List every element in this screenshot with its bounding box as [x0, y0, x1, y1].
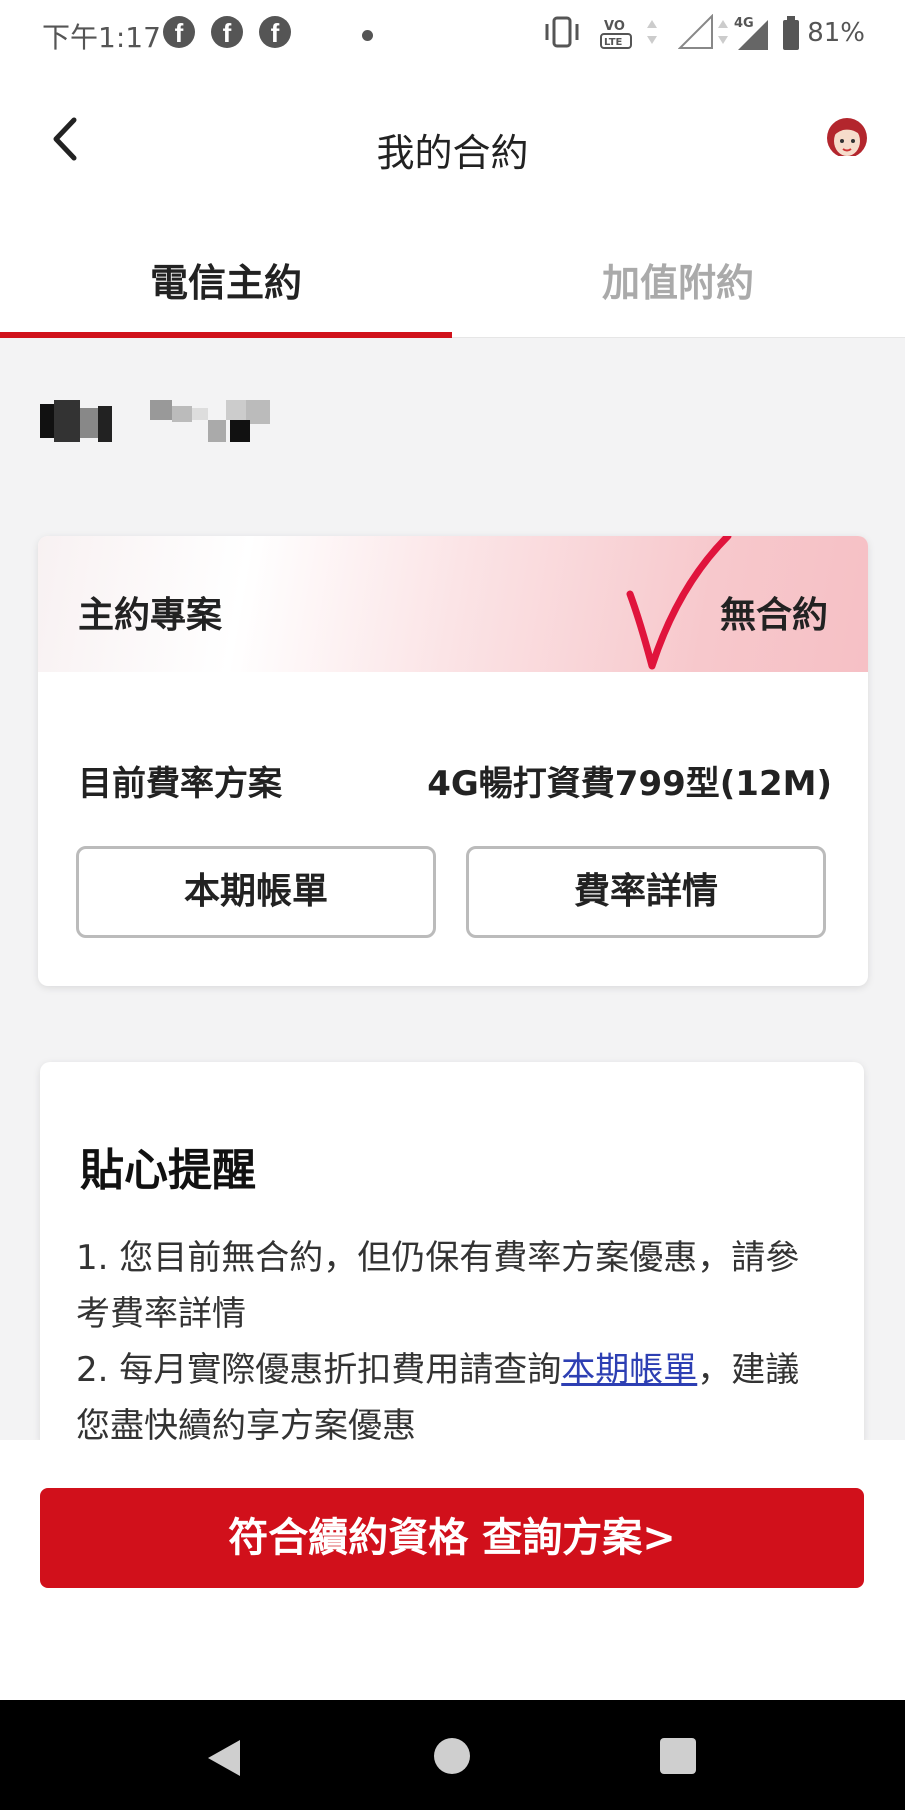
data-arrows-icon [718, 20, 728, 44]
facebook-icon: f [163, 16, 195, 48]
notification-dot-icon [362, 30, 373, 41]
rate-details-button[interactable]: 費率詳情 [466, 846, 826, 938]
volte-icon: VO LTE [600, 19, 632, 49]
signal-4g-icon: 4G [734, 16, 768, 50]
signal-icon [678, 14, 713, 49]
tab-addon-contract[interactable]: 加值附約 [452, 252, 904, 307]
reminder-line-2: 2. 每月實際優惠折扣費用請查詢本期帳單，建議您盡快續約享方案優惠 [76, 1342, 816, 1442]
battery-percent: 81% [807, 18, 865, 48]
nav-back-icon[interactable] [204, 1738, 244, 1778]
bottom-action-area: 符合續約資格 查詢方案> [0, 1440, 905, 1700]
masked-phone-number [40, 400, 300, 442]
active-tab-indicator [0, 332, 452, 338]
current-bill-button[interactable]: 本期帳單 [76, 846, 436, 938]
page-title: 我的合約 [376, 131, 529, 175]
reminder-line-2-prefix: 2. 每月實際優惠折扣費用請查詢 [76, 1350, 562, 1390]
reminder-card: 貼心提醒 1. 您目前無合約，但仍保有費率方案優惠，請參考費率詳情 2. 每月實… [40, 1062, 864, 1442]
current-bill-link[interactable]: 本期帳單 [561, 1350, 697, 1390]
reminder-line-1: 1. 您目前無合約，但仍保有費率方案優惠，請參考費率詳情 [76, 1238, 800, 1334]
battery-icon [783, 16, 799, 50]
svg-text:LTE: LTE [604, 37, 623, 48]
app-header: 我的合約 [0, 72, 905, 192]
status-bar: 下午1:17 f f f VO LTE 4G 81% [0, 0, 905, 72]
reminder-title: 貼心提醒 [80, 1145, 256, 1196]
vibrate-icon [545, 16, 579, 48]
nav-recent-apps-icon[interactable] [660, 1738, 696, 1774]
contract-status: 無合約 [719, 595, 828, 636]
facebook-icon: f [211, 16, 243, 48]
system-nav-bar [0, 1700, 905, 1810]
avatar-icon[interactable] [825, 114, 869, 164]
svg-text:4G: 4G [734, 16, 754, 31]
status-time: 下午1:17 [42, 21, 161, 54]
contract-card: 主約專案 無合約 目前費率方案 4G暢打資費799型(12M) 本期帳單 費率詳… [38, 536, 868, 986]
facebook-icon: f [259, 16, 291, 48]
nav-home-icon[interactable] [434, 1738, 470, 1774]
main-plan-label: 主約專案 [78, 595, 223, 636]
data-arrows-icon [647, 20, 657, 44]
reminder-text: 1. 您目前無合約，但仍保有費率方案優惠，請參考費率詳情 2. 每月實際優惠折扣… [76, 1230, 816, 1442]
tab-divider [452, 337, 905, 338]
contract-tabs: 電信主約 加值附約 [0, 192, 905, 338]
current-rate-value: 4G暢打資費799型(12M) [427, 764, 832, 804]
svg-text:VO: VO [604, 19, 625, 34]
tab-main-contract[interactable]: 電信主約 [0, 252, 452, 307]
contract-card-header: 主約專案 無合約 [38, 536, 868, 672]
renewal-plans-button[interactable]: 符合續約資格 查詢方案> [40, 1488, 864, 1588]
current-rate-label: 目前費率方案 [78, 764, 282, 804]
